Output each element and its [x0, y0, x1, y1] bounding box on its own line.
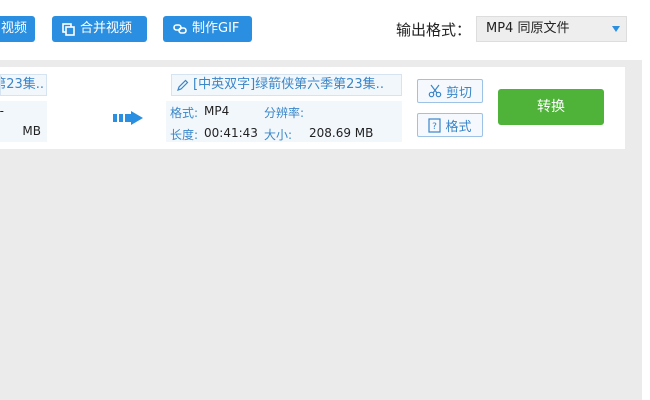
source-size-fragment: MB [22, 124, 41, 138]
merge-icon [62, 22, 75, 36]
make-gif-button-label: 制作GIF [192, 21, 240, 36]
format-value: MP4 [204, 104, 230, 118]
source-file-title-text: 第23集.. [1, 77, 44, 92]
output-format-label: 输出格式： [396, 21, 472, 39]
dropdown-caret-icon [612, 26, 620, 32]
output-format-value: MP4 同原文件 [486, 21, 570, 36]
video-button[interactable]: 视频 [0, 16, 35, 42]
window-edge [642, 0, 650, 400]
merge-video-button[interactable]: 合并视频 [52, 16, 147, 42]
cut-button[interactable]: 剪切 [417, 79, 483, 103]
output-file-info: 格式: MP4 分辨率: 长度: 00:41:43 大小: 208.69 MB [166, 101, 402, 142]
top-toolbar: 视频 合并视频 制作GIF 输出格式： MP4 同原文件 [0, 0, 650, 60]
link-icon [173, 24, 187, 34]
format-button-label: 格式 [445, 119, 472, 135]
output-format-select[interactable]: MP4 同原文件 [476, 16, 627, 42]
convert-button[interactable]: 转换 [498, 89, 604, 125]
size-key: 大小: [264, 128, 293, 142]
make-gif-button[interactable]: 制作GIF [163, 16, 252, 42]
source-file-title: 第23集.. [0, 74, 47, 96]
question-document-icon: ? [428, 117, 442, 133]
resolution-key: 分辨率: [264, 106, 305, 120]
file-row: 第23集.. - MB [中英双字]绿箭侠第六季第23集.. 格式: MP4 分… [0, 67, 625, 149]
cut-button-label: 剪切 [445, 85, 472, 101]
size-value: 208.69 MB [309, 126, 374, 140]
pencil-icon [177, 79, 189, 91]
video-button-label: 视频 [0, 21, 27, 36]
output-file-title[interactable]: [中英双字]绿箭侠第六季第23集.. [171, 74, 402, 96]
scissors-icon [428, 84, 442, 98]
svg-text:?: ? [433, 122, 438, 132]
convert-arrow-icon [113, 111, 143, 125]
source-info-fragment: - [0, 104, 4, 118]
merge-video-button-label: 合并视频 [80, 21, 133, 36]
format-key: 格式: [170, 106, 199, 120]
duration-key: 长度: [170, 128, 199, 142]
output-file-title-text: [中英双字]绿箭侠第六季第23集.. [193, 77, 384, 92]
format-button[interactable]: ? 格式 [417, 113, 483, 137]
source-file-info: - MB [0, 101, 47, 142]
duration-value: 00:41:43 [204, 126, 258, 140]
